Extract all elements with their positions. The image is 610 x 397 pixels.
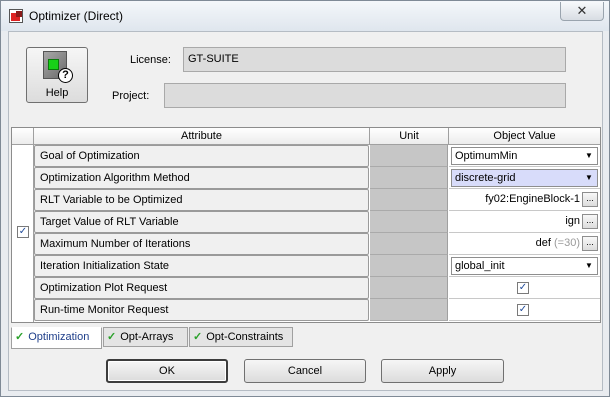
init-state-value: global_init <box>455 260 505 272</box>
table-row: Optimization Algorithm Method discrete-g… <box>34 167 600 189</box>
table-row: Maximum Number of Iterations def (=30) .… <box>34 233 600 255</box>
row-gutter: ✓ <box>12 145 34 322</box>
project-label: Project: <box>112 90 150 102</box>
chevron-down-icon[interactable]: ▼ <box>581 148 597 164</box>
attribute-cell: Optimization Plot Request <box>34 277 369 299</box>
goal-value: OptimumMin <box>455 150 518 162</box>
browse-button[interactable]: ... <box>582 214 598 229</box>
value-cell[interactable]: fy02:EngineBlock-1 ... <box>449 189 600 211</box>
cancel-button[interactable]: Cancel <box>244 359 366 383</box>
target-value[interactable]: ign <box>565 215 580 227</box>
value-cell: OptimumMin ▼ <box>449 145 600 167</box>
attribute-cell: Goal of Optimization <box>34 145 369 167</box>
chevron-down-icon[interactable]: ▼ <box>581 170 597 186</box>
title-bar: Optimizer (Direct) ✕ <box>1 1 609 31</box>
check-icon: ✓ <box>107 331 117 343</box>
unit-cell <box>370 233 448 255</box>
browse-button[interactable]: ... <box>582 236 598 251</box>
unit-cell <box>370 189 448 211</box>
rlt-variable-value[interactable]: fy02:EngineBlock-1 <box>485 193 580 205</box>
table-row: RLT Variable to be Optimized fy02:Engine… <box>34 189 600 211</box>
optimizer-dialog: Optimizer (Direct) ✕ ? Help License: GT-… <box>0 0 610 397</box>
table-row: Goal of Optimization OptimumMin ▼ <box>34 145 600 167</box>
attribute-cell: Target Value of RLT Variable <box>34 211 369 233</box>
monitor-request-checkbox[interactable]: ✓ <box>517 304 529 316</box>
unit-cell <box>370 167 448 189</box>
license-label: License: <box>130 54 171 66</box>
check-icon: ✓ <box>193 331 203 343</box>
table-row: Run-time Monitor Request ✓ <box>34 299 600 321</box>
header-unit: Unit <box>370 128 449 145</box>
tab-label: Opt-Constraints <box>206 331 284 343</box>
help-label: Help <box>45 87 69 99</box>
unit-cell <box>370 211 448 233</box>
value-cell: discrete-grid ▼ <box>449 167 600 189</box>
table-row: Optimization Plot Request ✓ <box>34 277 600 299</box>
unit-cell <box>370 277 448 299</box>
tab-opt-arrays[interactable]: ✓ Opt-Arrays <box>103 327 188 347</box>
gutter-checkbox[interactable]: ✓ <box>17 226 29 238</box>
init-state-select[interactable]: global_init ▼ <box>451 257 598 275</box>
value-cell: ✓ <box>449 299 600 321</box>
attribute-cell: Optimization Algorithm Method <box>34 167 369 189</box>
header-object-value: Object Value <box>449 128 600 145</box>
dialog-body: ? Help License: GT-SUITE Project: Attrib… <box>8 31 603 391</box>
license-field: GT-SUITE <box>183 47 566 72</box>
tab-opt-constraints[interactable]: ✓ Opt-Constraints <box>189 327 293 347</box>
tab-label: Opt-Arrays <box>120 331 174 343</box>
tab-label: Optimization <box>28 331 90 343</box>
attribute-cell: Iteration Initialization State <box>34 255 369 277</box>
attribute-cell: Run-time Monitor Request <box>34 299 369 321</box>
unit-cell <box>370 255 448 277</box>
header-gutter <box>12 128 34 145</box>
chevron-down-icon[interactable]: ▼ <box>581 258 597 274</box>
ok-button[interactable]: OK <box>106 359 228 383</box>
unit-cell <box>370 299 448 321</box>
attribute-table: Attribute Unit Object Value ✓ Goal of Op… <box>11 127 601 323</box>
apply-button[interactable]: Apply <box>381 359 504 383</box>
algorithm-select[interactable]: discrete-grid ▼ <box>451 169 598 187</box>
attribute-cell: Maximum Number of Iterations <box>34 233 369 255</box>
value-cell[interactable]: ign ... <box>449 211 600 233</box>
algorithm-value: discrete-grid <box>455 172 516 184</box>
value-cell: global_init ▼ <box>449 255 600 277</box>
close-icon: ✕ <box>576 3 588 18</box>
table-row: Target Value of RLT Variable ign ... <box>34 211 600 233</box>
tab-optimization[interactable]: ✓ Optimization <box>11 327 102 349</box>
help-button[interactable]: ? Help <box>26 47 88 103</box>
project-field <box>164 83 566 108</box>
header-attribute: Attribute <box>34 128 370 145</box>
attribute-cell: RLT Variable to be Optimized <box>34 189 369 211</box>
unit-cell <box>370 145 448 167</box>
app-icon <box>9 9 23 23</box>
value-cell: ✓ <box>449 277 600 299</box>
max-iterations-value[interactable]: def (=30) <box>536 237 580 249</box>
table-row: Iteration Initialization State global_in… <box>34 255 600 277</box>
goal-select[interactable]: OptimumMin ▼ <box>451 147 598 165</box>
value-cell[interactable]: def (=30) ... <box>449 233 600 255</box>
plot-request-checkbox[interactable]: ✓ <box>517 282 529 294</box>
help-icon: ? <box>43 51 73 83</box>
check-icon: ✓ <box>15 331 25 343</box>
window-title: Optimizer (Direct) <box>29 9 124 23</box>
default-hint: (=30) <box>554 237 580 249</box>
browse-button[interactable]: ... <box>582 192 598 207</box>
close-button[interactable]: ✕ <box>560 2 604 21</box>
